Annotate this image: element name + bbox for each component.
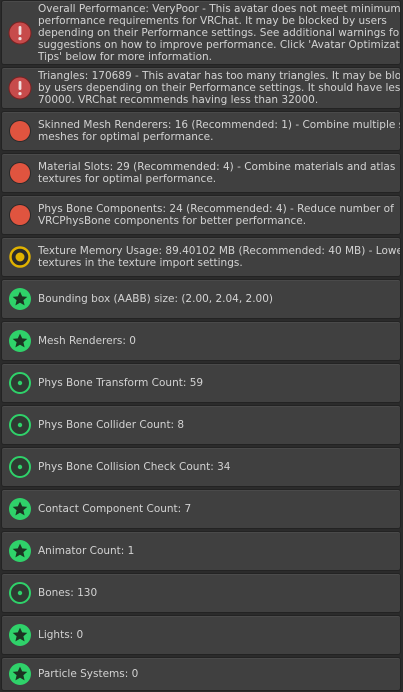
message-line: Bounding box (AABB) size: (2.00, 2.04, 2… (38, 293, 274, 305)
good-green-ring-icon (8, 371, 32, 395)
performance-message-row: Bones: 130 (1, 573, 401, 613)
performance-message-row: Phys Bone Collision Check Count: 34 (1, 447, 401, 487)
excellent-green-star-icon (8, 623, 32, 647)
performance-message-list: Overall Performance: VeryPoor - This ava… (0, 0, 403, 692)
performance-message-row: Skinned Mesh Renderers: 16 (Recommended:… (1, 111, 401, 151)
message-line: Mesh Renderers: 0 (38, 335, 136, 347)
performance-message-row: Material Slots: 29 (Recommended: 4) - Co… (1, 153, 401, 193)
message-line: performance requirements for VRChat. It … (38, 15, 387, 27)
excellent-green-star-icon (8, 287, 32, 311)
performance-message-row: Texture Memory Usage: 89.40102 MB (Recom… (1, 237, 401, 277)
performance-message-text: Phys Bone Collision Check Count: 34 (38, 460, 400, 474)
message-line: Skinned Mesh Renderers: 16 (Recommended:… (38, 119, 401, 131)
performance-message-row: Mesh Renderers: 0 (1, 321, 401, 361)
very-poor-red-circle-icon (8, 203, 32, 227)
excellent-green-star-icon (8, 662, 32, 686)
performance-message-row: Animator Count: 1 (1, 531, 401, 571)
very-poor-red-circle-icon (8, 119, 32, 143)
message-line: Phys Bone Collider Count: 8 (38, 419, 185, 431)
message-line: Triangles: 170689 - This avatar has too … (38, 70, 401, 82)
message-line: Tips' below for more information. (38, 51, 213, 63)
performance-message-text: Contact Component Count: 7 (38, 502, 400, 516)
excellent-green-star-icon (8, 329, 32, 353)
message-line: Phys Bone Components: 24 (Recommended: 4… (38, 203, 394, 215)
performance-message-text: Bounding box (AABB) size: (2.00, 2.04, 2… (38, 292, 400, 306)
message-line: Material Slots: 29 (Recommended: 4) - Co… (38, 161, 396, 173)
error-exclamation-icon (8, 21, 32, 45)
good-green-ring-icon (8, 455, 32, 479)
good-green-ring-icon (8, 581, 32, 605)
message-line: Lights: 0 (38, 629, 84, 641)
performance-message-text: Lights: 0 (38, 628, 400, 642)
message-line: Bones: 130 (38, 587, 98, 599)
message-line: Overall Performance: VeryPoor - This ava… (38, 3, 401, 15)
message-line: Animator Count: 1 (38, 545, 135, 557)
performance-message-text: Particle Systems: 0 (38, 667, 400, 681)
performance-message-row: Phys Bone Transform Count: 59 (1, 363, 401, 403)
message-line: textures for optimal performance. (38, 173, 217, 185)
message-line: VRCPhysBone components for better perfor… (38, 215, 307, 227)
performance-message-row: Contact Component Count: 7 (1, 489, 401, 529)
message-line: 70000. VRChat recommends having less tha… (38, 94, 319, 106)
message-line: Texture Memory Usage: 89.40102 MB (Recom… (38, 245, 401, 257)
excellent-green-star-icon (8, 497, 32, 521)
performance-message-text: Material Slots: 29 (Recommended: 4) - Co… (38, 161, 400, 185)
very-poor-red-circle-icon (8, 161, 32, 185)
performance-message-text: Mesh Renderers: 0 (38, 334, 400, 348)
medium-yellow-circle-icon (8, 245, 32, 269)
performance-message-text: Skinned Mesh Renderers: 16 (Recommended:… (38, 119, 400, 143)
error-exclamation-icon (8, 76, 32, 100)
message-line: textures in the texture import settings. (38, 257, 243, 269)
message-line: Particle Systems: 0 (38, 668, 139, 680)
message-line: by users depending on their Performance … (38, 82, 401, 94)
message-line: Phys Bone Collision Check Count: 34 (38, 461, 231, 473)
message-line: Phys Bone Transform Count: 59 (38, 377, 204, 389)
performance-message-row: Particle Systems: 0 (1, 657, 401, 691)
message-line: suggestions on how to improve performanc… (38, 39, 401, 51)
performance-message-text: Phys Bone Components: 24 (Recommended: 4… (38, 203, 400, 227)
good-green-ring-icon (8, 413, 32, 437)
excellent-green-star-icon (8, 539, 32, 563)
performance-message-row: Lights: 0 (1, 615, 401, 655)
performance-message-text: Overall Performance: VeryPoor - This ava… (38, 3, 400, 63)
performance-message-row: Triangles: 170689 - This avatar has too … (1, 67, 401, 109)
performance-message-text: Texture Memory Usage: 89.40102 MB (Recom… (38, 245, 400, 269)
performance-message-text: Triangles: 170689 - This avatar has too … (38, 70, 400, 106)
performance-message-row: Overall Performance: VeryPoor - This ava… (1, 0, 401, 65)
performance-message-text: Animator Count: 1 (38, 544, 400, 558)
performance-message-text: Phys Bone Collider Count: 8 (38, 418, 400, 432)
performance-message-row: Phys Bone Collider Count: 8 (1, 405, 401, 445)
performance-message-row: Phys Bone Components: 24 (Recommended: 4… (1, 195, 401, 235)
performance-message-row: Bounding box (AABB) size: (2.00, 2.04, 2… (1, 279, 401, 319)
performance-message-text: Bones: 130 (38, 586, 400, 600)
message-line: depending on their Performance settings.… (38, 27, 401, 39)
message-line: meshes for optimal performance. (38, 131, 214, 143)
performance-message-text: Phys Bone Transform Count: 59 (38, 376, 400, 390)
message-line: Contact Component Count: 7 (38, 503, 192, 515)
